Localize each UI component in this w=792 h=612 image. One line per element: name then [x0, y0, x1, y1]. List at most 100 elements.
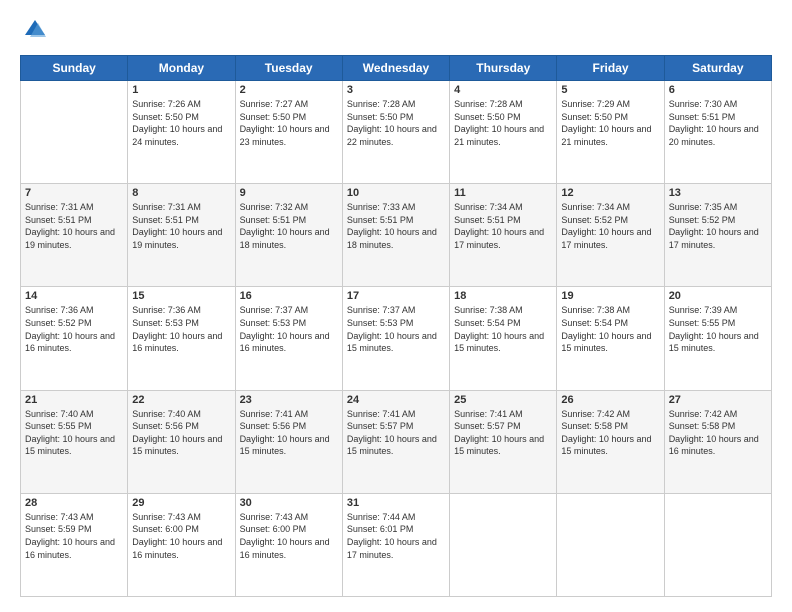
- calendar-cell: 24 Sunrise: 7:41 AMSunset: 5:57 PMDayligh…: [342, 390, 449, 493]
- calendar-body: 1 Sunrise: 7:26 AMSunset: 5:50 PMDaylight…: [21, 81, 772, 597]
- calendar-cell: 20Sunrise: 7:39 AMSunset: 5:55 PMDayligh…: [664, 287, 771, 390]
- calendar-cell: 11Sunrise: 7:34 AMSunset: 5:51 PMDayligh…: [450, 184, 557, 287]
- day-number: 10: [347, 187, 445, 199]
- page: SundayMondayTuesdayWednesdayThursdayFrid…: [0, 0, 792, 612]
- day-number: 19: [561, 290, 659, 302]
- calendar-cell: 28 Sunrise: 7:43 AMSunset: 5:59 PMDayligh…: [21, 493, 128, 596]
- day-info: Sunrise: 7:33 AMSunset: 5:51 PMDaylight:…: [347, 201, 445, 251]
- weekday-header-sunday: Sunday: [21, 56, 128, 81]
- weekday-header-monday: Monday: [128, 56, 235, 81]
- day-info: Sunrise: 7:40 AMSunset: 5:56 PMDaylight:…: [132, 408, 230, 458]
- day-number: 16: [240, 290, 338, 302]
- calendar-cell: 3 Sunrise: 7:28 AMSunset: 5:50 PMDaylight…: [342, 81, 449, 184]
- day-number: 25: [454, 394, 552, 406]
- calendar-cell: 27Sunrise: 7:42 AMSunset: 5:58 PMDayligh…: [664, 390, 771, 493]
- day-number: 9: [240, 187, 338, 199]
- day-number: 5: [561, 84, 659, 96]
- calendar-table: SundayMondayTuesdayWednesdayThursdayFrid…: [20, 55, 772, 597]
- day-info: Sunrise: 7:36 AMSunset: 5:52 PMDaylight:…: [25, 304, 123, 354]
- weekday-header-wednesday: Wednesday: [342, 56, 449, 81]
- calendar-cell: 8 Sunrise: 7:31 AMSunset: 5:51 PMDaylight…: [128, 184, 235, 287]
- day-info: Sunrise: 7:29 AMSunset: 5:50 PMDaylight:…: [561, 98, 659, 148]
- weekday-header-tuesday: Tuesday: [235, 56, 342, 81]
- day-info: Sunrise: 7:37 AMSunset: 5:53 PMDaylight:…: [240, 304, 338, 354]
- day-number: 20: [669, 290, 767, 302]
- logo: [20, 15, 54, 45]
- day-info: Sunrise: 7:32 AMSunset: 5:51 PMDaylight:…: [240, 201, 338, 251]
- day-number: 3: [347, 84, 445, 96]
- day-number: 8: [132, 187, 230, 199]
- logo-icon: [20, 15, 50, 45]
- calendar-cell: 25 Sunrise: 7:41 AMSunset: 5:57 PMDayligh…: [450, 390, 557, 493]
- day-info: Sunrise: 7:26 AMSunset: 5:50 PMDaylight:…: [132, 98, 230, 148]
- day-info: Sunrise: 7:27 AMSunset: 5:50 PMDaylight:…: [240, 98, 338, 148]
- calendar-cell: 13 Sunrise: 7:35 AMSunset: 5:52 PMDayligh…: [664, 184, 771, 287]
- day-info: Sunrise: 7:43 AMSunset: 6:00 PMDaylight:…: [240, 511, 338, 561]
- calendar-cell: 6 Sunrise: 7:30 AMSunset: 5:51 PMDaylight…: [664, 81, 771, 184]
- day-info: Sunrise: 7:42 AMSunset: 5:58 PMDaylight:…: [669, 408, 767, 458]
- weekday-header-friday: Friday: [557, 56, 664, 81]
- calendar-cell: [450, 493, 557, 596]
- day-number: 13: [669, 187, 767, 199]
- day-info: Sunrise: 7:30 AMSunset: 5:51 PMDaylight:…: [669, 98, 767, 148]
- calendar-cell: 17Sunrise: 7:37 AMSunset: 5:53 PMDayligh…: [342, 287, 449, 390]
- day-number: 29: [132, 497, 230, 509]
- day-info: Sunrise: 7:41 AMSunset: 5:57 PMDaylight:…: [347, 408, 445, 458]
- day-number: 4: [454, 84, 552, 96]
- calendar-cell: 21Sunrise: 7:40 AMSunset: 5:55 PMDayligh…: [21, 390, 128, 493]
- calendar-cell: 22 Sunrise: 7:40 AMSunset: 5:56 PMDayligh…: [128, 390, 235, 493]
- calendar-week-2: 14 Sunrise: 7:36 AMSunset: 5:52 PMDayligh…: [21, 287, 772, 390]
- day-number: 28: [25, 497, 123, 509]
- day-number: 6: [669, 84, 767, 96]
- header: [20, 15, 772, 45]
- day-info: Sunrise: 7:35 AMSunset: 5:52 PMDaylight:…: [669, 201, 767, 251]
- calendar-cell: 26Sunrise: 7:42 AMSunset: 5:58 PMDayligh…: [557, 390, 664, 493]
- day-info: Sunrise: 7:38 AMSunset: 5:54 PMDaylight:…: [454, 304, 552, 354]
- calendar-cell: 9 Sunrise: 7:32 AMSunset: 5:51 PMDaylight…: [235, 184, 342, 287]
- calendar-week-1: 7 Sunrise: 7:31 AMSunset: 5:51 PMDaylight…: [21, 184, 772, 287]
- weekday-header-thursday: Thursday: [450, 56, 557, 81]
- day-info: Sunrise: 7:28 AMSunset: 5:50 PMDaylight:…: [454, 98, 552, 148]
- day-number: 14: [25, 290, 123, 302]
- calendar-week-0: 1 Sunrise: 7:26 AMSunset: 5:50 PMDaylight…: [21, 81, 772, 184]
- calendar-cell: 1 Sunrise: 7:26 AMSunset: 5:50 PMDaylight…: [128, 81, 235, 184]
- calendar-cell: 16 Sunrise: 7:37 AMSunset: 5:53 PMDayligh…: [235, 287, 342, 390]
- day-info: Sunrise: 7:44 AMSunset: 6:01 PMDaylight:…: [347, 511, 445, 561]
- calendar-week-3: 21Sunrise: 7:40 AMSunset: 5:55 PMDayligh…: [21, 390, 772, 493]
- day-info: Sunrise: 7:41 AMSunset: 5:57 PMDaylight:…: [454, 408, 552, 458]
- day-number: 1: [132, 84, 230, 96]
- day-number: 22: [132, 394, 230, 406]
- calendar-header-row: SundayMondayTuesdayWednesdayThursdayFrid…: [21, 56, 772, 81]
- day-info: Sunrise: 7:28 AMSunset: 5:50 PMDaylight:…: [347, 98, 445, 148]
- calendar-cell: [664, 493, 771, 596]
- day-info: Sunrise: 7:34 AMSunset: 5:52 PMDaylight:…: [561, 201, 659, 251]
- day-info: Sunrise: 7:43 AMSunset: 6:00 PMDaylight:…: [132, 511, 230, 561]
- calendar-cell: 12 Sunrise: 7:34 AMSunset: 5:52 PMDayligh…: [557, 184, 664, 287]
- calendar-cell: 30Sunrise: 7:43 AMSunset: 6:00 PMDayligh…: [235, 493, 342, 596]
- day-number: 2: [240, 84, 338, 96]
- day-number: 31: [347, 497, 445, 509]
- calendar-cell: [557, 493, 664, 596]
- day-info: Sunrise: 7:31 AMSunset: 5:51 PMDaylight:…: [132, 201, 230, 251]
- day-info: Sunrise: 7:40 AMSunset: 5:55 PMDaylight:…: [25, 408, 123, 458]
- day-info: Sunrise: 7:34 AMSunset: 5:51 PMDaylight:…: [454, 201, 552, 251]
- day-number: 15: [132, 290, 230, 302]
- calendar-cell: 19 Sunrise: 7:38 AMSunset: 5:54 PMDayligh…: [557, 287, 664, 390]
- calendar-cell: 29 Sunrise: 7:43 AMSunset: 6:00 PMDayligh…: [128, 493, 235, 596]
- day-number: 26: [561, 394, 659, 406]
- calendar-cell: 10 Sunrise: 7:33 AMSunset: 5:51 PMDayligh…: [342, 184, 449, 287]
- day-info: Sunrise: 7:38 AMSunset: 5:54 PMDaylight:…: [561, 304, 659, 354]
- day-number: 17: [347, 290, 445, 302]
- calendar-week-4: 28 Sunrise: 7:43 AMSunset: 5:59 PMDayligh…: [21, 493, 772, 596]
- calendar-cell: 15Sunrise: 7:36 AMSunset: 5:53 PMDayligh…: [128, 287, 235, 390]
- day-number: 24: [347, 394, 445, 406]
- day-number: 12: [561, 187, 659, 199]
- calendar-cell: 14 Sunrise: 7:36 AMSunset: 5:52 PMDayligh…: [21, 287, 128, 390]
- calendar-cell: 2 Sunrise: 7:27 AMSunset: 5:50 PMDaylight…: [235, 81, 342, 184]
- weekday-header-saturday: Saturday: [664, 56, 771, 81]
- calendar-cell: 7Sunrise: 7:31 AMSunset: 5:51 PMDaylight…: [21, 184, 128, 287]
- day-number: 23: [240, 394, 338, 406]
- day-number: 7: [25, 187, 123, 199]
- calendar-cell: 23Sunrise: 7:41 AMSunset: 5:56 PMDayligh…: [235, 390, 342, 493]
- day-info: Sunrise: 7:43 AMSunset: 5:59 PMDaylight:…: [25, 511, 123, 561]
